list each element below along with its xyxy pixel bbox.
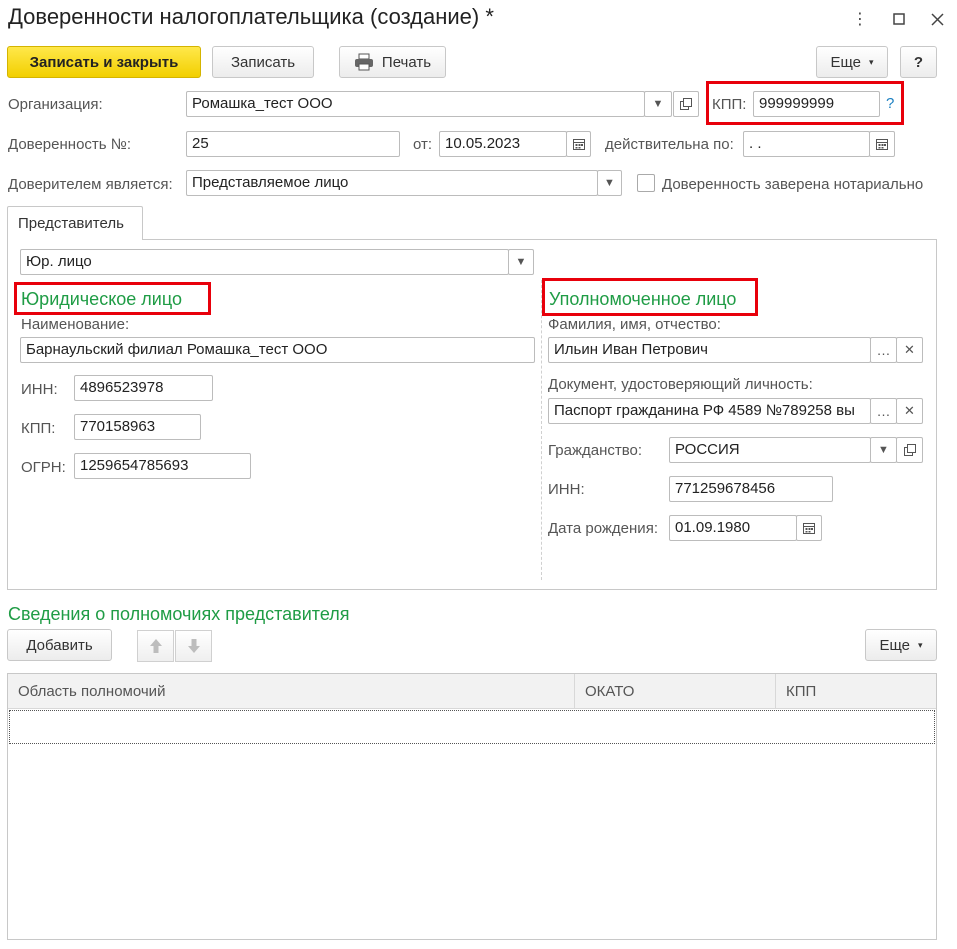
legal-heading-highlight bbox=[14, 282, 211, 315]
valid-label: действительна по: bbox=[605, 136, 734, 153]
fio-label: Фамилия, имя, отчество: bbox=[548, 316, 721, 333]
powers-more-label: Еще bbox=[879, 636, 910, 654]
chevron-down-icon: ▾ bbox=[918, 639, 923, 650]
more-vertical-icon[interactable]: ⋮ bbox=[849, 8, 871, 30]
column-divider bbox=[541, 280, 542, 580]
more-button[interactable]: Еще ▾ bbox=[816, 46, 888, 78]
from-date-field[interactable]: 10.05.2023 bbox=[439, 131, 567, 157]
legal-name-field[interactable]: Барнаульский филиал Ромашка_тест ООО bbox=[20, 337, 535, 363]
from-label: от: bbox=[413, 136, 433, 153]
fio-field[interactable]: Ильин Иван Петрович bbox=[548, 337, 871, 363]
arrow-up-icon[interactable] bbox=[137, 630, 174, 662]
doc-label: Документ, удостоверяющий личность: bbox=[548, 376, 813, 393]
legal-kpp-label: КПП: bbox=[21, 420, 56, 437]
print-button[interactable]: Печать bbox=[339, 46, 446, 78]
principal-field[interactable]: Представляемое лицо bbox=[186, 170, 598, 196]
org-field[interactable]: Ромашка_тест ООО bbox=[186, 91, 645, 117]
notary-checkbox[interactable] bbox=[637, 174, 655, 192]
powers-heading: Сведения о полномочиях представителя bbox=[8, 604, 350, 624]
birth-label: Дата рождения: bbox=[548, 520, 658, 537]
calendar-icon[interactable] bbox=[796, 515, 822, 541]
arrow-down-icon[interactable] bbox=[175, 630, 212, 662]
legal-ogrn-field[interactable]: 1259654785693 bbox=[74, 453, 251, 479]
table-row[interactable] bbox=[9, 710, 935, 744]
window-title: Доверенности налогоплательщика (создание… bbox=[8, 4, 494, 29]
add-button[interactable]: Добавить bbox=[7, 629, 112, 661]
select-ellipsis-icon[interactable]: … bbox=[870, 398, 897, 424]
clear-icon[interactable]: ✕ bbox=[896, 398, 923, 424]
legal-inn-field[interactable]: 4896523978 bbox=[74, 375, 213, 401]
doc-field[interactable]: Паспорт гражданина РФ 4589 №789258 вы bbox=[548, 398, 871, 424]
table-header: Область полномочий ОКАТО КПП bbox=[8, 674, 936, 709]
chevron-down-icon[interactable]: ▼ bbox=[508, 249, 534, 275]
column-header[interactable]: Область полномочий bbox=[8, 674, 575, 709]
chevron-down-icon[interactable]: ▼ bbox=[870, 437, 897, 463]
column-header[interactable]: ОКАТО bbox=[575, 674, 776, 709]
save-and-close-button[interactable]: Записать и закрыть bbox=[7, 46, 201, 78]
citizenship-field[interactable]: РОССИЯ bbox=[669, 437, 871, 463]
open-form-icon[interactable] bbox=[673, 91, 699, 117]
save-button[interactable]: Записать bbox=[212, 46, 314, 78]
legal-inn-label: ИНН: bbox=[21, 381, 58, 398]
legal-name-label: Наименование: bbox=[21, 316, 130, 333]
legal-ogrn-label: ОГРН: bbox=[21, 459, 66, 476]
chevron-down-icon: ▾ bbox=[869, 56, 874, 67]
chevron-down-icon[interactable]: ▼ bbox=[597, 170, 622, 196]
chevron-down-icon[interactable]: ▼ bbox=[644, 91, 672, 117]
tab-representative[interactable]: Представитель bbox=[7, 206, 143, 240]
principal-label: Доверителем является: bbox=[8, 176, 173, 193]
clear-icon[interactable]: ✕ bbox=[896, 337, 923, 363]
open-form-icon[interactable] bbox=[896, 437, 923, 463]
print-button-label: Печать bbox=[381, 53, 432, 71]
calendar-icon[interactable] bbox=[869, 131, 895, 157]
citizenship-label: Гражданство: bbox=[548, 442, 643, 459]
more-button-label: Еще bbox=[830, 53, 861, 71]
authorized-heading-highlight bbox=[542, 278, 758, 316]
close-icon[interactable] bbox=[926, 8, 948, 30]
powers-more-button[interactable]: Еще ▾ bbox=[865, 629, 937, 661]
powers-table[interactable]: Область полномочий ОКАТО КПП bbox=[7, 673, 937, 940]
help-button[interactable]: ? bbox=[900, 46, 937, 78]
birth-date-field[interactable]: 01.09.1980 bbox=[669, 515, 797, 541]
org-label: Организация: bbox=[8, 96, 103, 113]
number-field[interactable]: 25 bbox=[186, 131, 400, 157]
valid-date-field[interactable]: . . bbox=[743, 131, 870, 157]
column-header[interactable]: КПП bbox=[776, 674, 936, 709]
representative-type-field[interactable]: Юр. лицо bbox=[20, 249, 509, 275]
maximize-icon[interactable] bbox=[888, 8, 910, 30]
legal-kpp-field[interactable]: 770158963 bbox=[74, 414, 201, 440]
select-ellipsis-icon[interactable]: … bbox=[870, 337, 897, 363]
notary-label: Доверенность заверена нотариально bbox=[662, 176, 924, 193]
kpp-highlight bbox=[706, 81, 904, 125]
auth-inn-label: ИНН: bbox=[548, 481, 585, 498]
auth-inn-field[interactable]: 771259678456 bbox=[669, 476, 833, 502]
calendar-icon[interactable] bbox=[566, 131, 591, 157]
number-label: Доверенность №: bbox=[8, 136, 132, 153]
printer-icon bbox=[354, 53, 374, 71]
